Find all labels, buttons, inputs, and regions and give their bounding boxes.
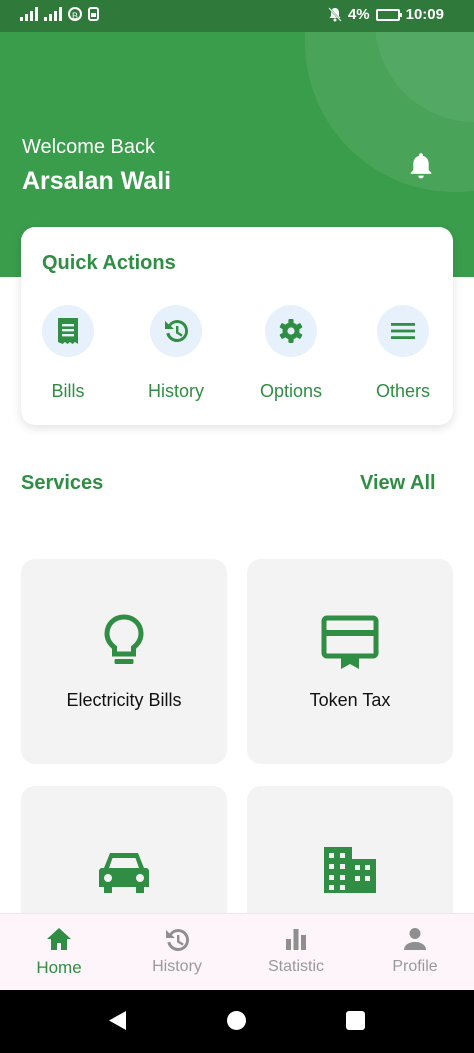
clock: 10:09	[405, 6, 444, 23]
battery-percent: 4%	[347, 6, 370, 23]
quick-actions-card: Quick Actions Bills History Options Othe…	[21, 227, 453, 425]
history-icon	[118, 926, 236, 954]
battery-icon	[375, 8, 402, 21]
service-card-electricity[interactable]: Electricity Bills	[21, 559, 227, 764]
bottom-navigation: Home History Statistic Profile	[0, 913, 474, 991]
recent-apps-icon[interactable]	[346, 1011, 365, 1030]
nav-label: Statistic	[267, 958, 324, 975]
status-bar: B 4% 10:09	[0, 0, 474, 32]
home-icon	[0, 926, 118, 954]
quick-action-bills[interactable]: Bills	[18, 305, 118, 402]
service-card-token-tax[interactable]: Token Tax	[247, 559, 453, 764]
building-icon	[247, 845, 453, 895]
nav-history[interactable]: History	[118, 914, 236, 991]
nav-home[interactable]: Home	[0, 914, 118, 991]
receipt-icon	[42, 305, 94, 357]
nav-profile[interactable]: Profile	[356, 914, 474, 991]
quick-action-others[interactable]: Others	[353, 305, 453, 402]
nav-label: History	[152, 958, 202, 975]
signal-icon	[20, 7, 38, 21]
menu-icon	[377, 305, 429, 357]
quick-actions-title: Quick Actions	[42, 252, 176, 274]
system-navigation-bar	[0, 990, 474, 1053]
car-icon	[21, 849, 227, 895]
view-all-link[interactable]: View All	[360, 472, 436, 495]
notification-bell-icon[interactable]	[407, 150, 435, 182]
services-title: Services	[21, 472, 104, 494]
signal-icon-2	[44, 7, 62, 21]
card-ribbon-icon	[247, 615, 453, 671]
home-circle-icon[interactable]	[227, 1011, 246, 1030]
b-badge-icon: B	[68, 7, 82, 21]
sim-icon	[88, 7, 99, 21]
history-icon	[150, 305, 202, 357]
quick-action-history[interactable]: History	[126, 305, 226, 402]
quick-action-label: Others	[375, 381, 431, 401]
phone-screen: B 4% 10:09 Welcome Back Arsalan Wali Qui…	[0, 0, 474, 1053]
status-right: 4% 10:09	[328, 6, 444, 23]
quick-action-options[interactable]: Options	[241, 305, 341, 402]
bar-chart-icon	[237, 926, 355, 954]
back-icon[interactable]	[108, 1010, 127, 1031]
lightbulb-icon	[21, 613, 227, 671]
quick-action-label: Options	[259, 381, 323, 401]
quick-action-label: History	[147, 381, 204, 401]
welcome-text: Welcome Back	[22, 136, 156, 158]
nav-label: Home	[36, 958, 82, 977]
person-icon	[356, 926, 474, 954]
status-left: B	[20, 7, 99, 21]
service-label: Electricity Bills	[66, 690, 182, 710]
mute-bell-icon	[328, 7, 342, 22]
service-label: Token Tax	[309, 690, 391, 710]
quick-action-label: Bills	[51, 381, 85, 401]
gear-icon	[265, 305, 317, 357]
nav-statistic[interactable]: Statistic	[237, 914, 355, 991]
nav-label: Profile	[392, 958, 438, 975]
user-name: Arsalan Wali	[22, 167, 172, 195]
